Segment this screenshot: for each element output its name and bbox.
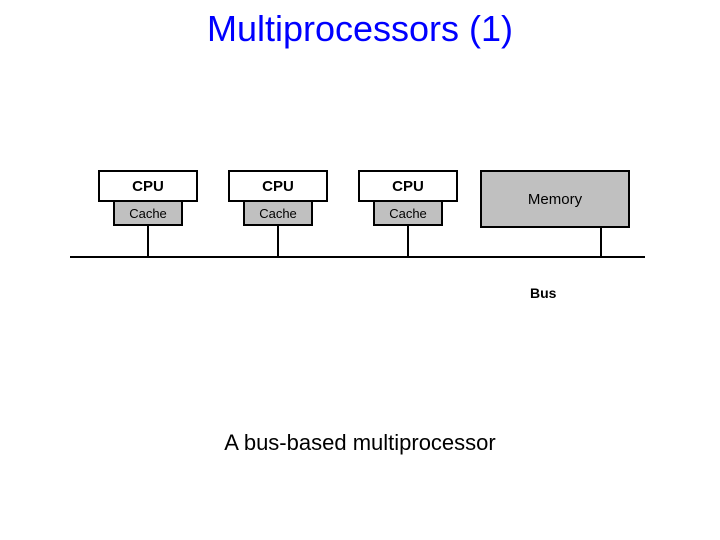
page-title: Multiprocessors (1) — [0, 8, 720, 50]
caption: A bus-based multiprocessor — [0, 430, 720, 456]
cpu-box-2: CPU — [228, 170, 328, 202]
bus-stub-memory — [600, 228, 602, 256]
bus-stub-2 — [277, 226, 279, 256]
cache-box-3: Cache — [373, 200, 443, 226]
cpu-box-1: CPU — [98, 170, 198, 202]
bus-line — [70, 256, 645, 258]
memory-box: Memory — [480, 170, 630, 228]
cache-box-2: Cache — [243, 200, 313, 226]
bus-label: Bus — [530, 285, 556, 301]
slide: Multiprocessors (1) CPU Cache CPU Cache … — [0, 0, 720, 540]
bus-stub-3 — [407, 226, 409, 256]
cpu-box-3: CPU — [358, 170, 458, 202]
cache-box-1: Cache — [113, 200, 183, 226]
bus-stub-1 — [147, 226, 149, 256]
